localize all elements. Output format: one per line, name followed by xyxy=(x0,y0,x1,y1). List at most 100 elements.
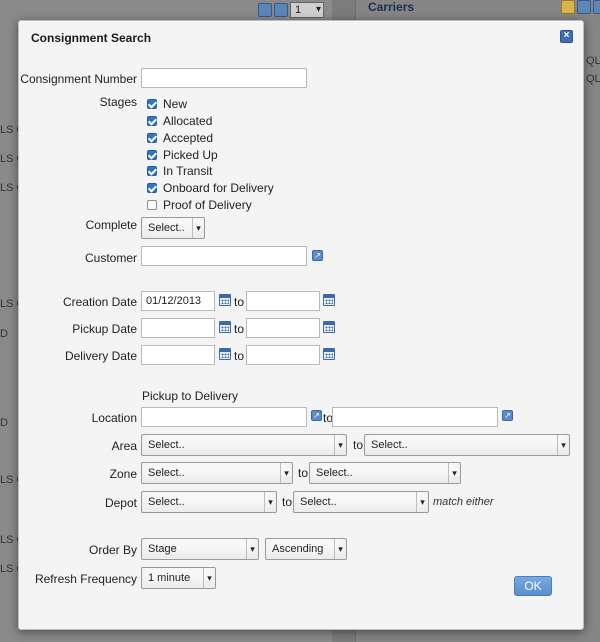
bg-carrier-icons xyxy=(561,0,600,14)
carriers-heading: Carriers xyxy=(368,0,415,14)
pickup-date-from-input[interactable] xyxy=(141,318,215,338)
stage-allocated-label: Allocated xyxy=(163,114,213,128)
zone-to-value: Select.. xyxy=(316,467,353,479)
edit-icon xyxy=(561,0,575,14)
order-by-field-select[interactable]: Stage ▾ xyxy=(141,538,259,560)
order-by-direction-select[interactable]: Ascending ▾ xyxy=(265,538,347,560)
refresh-frequency-value: 1 minute xyxy=(148,572,191,584)
refresh-icon xyxy=(258,3,272,17)
zone-from-select[interactable]: Select.. ▾ xyxy=(141,462,293,484)
lookup-icon[interactable]: ↗ xyxy=(311,410,322,421)
pickup-to-delivery-heading: Pickup to Delivery xyxy=(142,389,239,403)
refresh-icon xyxy=(577,0,591,14)
pickup-date-label: Pickup Date xyxy=(72,322,137,336)
close-icon[interactable]: × xyxy=(560,30,573,43)
refresh-frequency-select[interactable]: 1 minute ▾ xyxy=(141,567,216,589)
depot-from-select[interactable]: Select.. ▾ xyxy=(141,491,277,513)
chevron-down-icon: ▾ xyxy=(280,463,292,483)
bg-row-fragment: D xyxy=(0,328,8,340)
lookup-icon[interactable]: ↗ xyxy=(312,250,323,261)
area-to-select[interactable]: Select.. ▾ xyxy=(364,434,570,456)
depot-to-value: Select.. xyxy=(300,496,337,508)
depot-label: Depot xyxy=(104,496,137,510)
chevron-down-icon: ▾ xyxy=(416,492,428,512)
pickup-date-to-input[interactable] xyxy=(246,318,320,338)
chevron-down-icon: ▾ xyxy=(203,568,215,588)
depot-to-label: to xyxy=(282,495,293,509)
delivery-date-label: Delivery Date xyxy=(64,349,137,363)
creation-date-from-input[interactable] xyxy=(141,291,215,311)
complete-select[interactable]: Select.. ▾ xyxy=(141,217,205,239)
chevron-down-icon: ▾ xyxy=(334,539,346,559)
creation-date-label: Creation Date xyxy=(62,295,137,309)
chevron-down-icon: ▾ xyxy=(334,435,346,455)
zone-to-select[interactable]: Select.. ▾ xyxy=(309,462,461,484)
stage-new-label: New xyxy=(163,97,188,111)
order-by-label: Order By xyxy=(88,543,137,557)
complete-label: Complete xyxy=(85,218,137,232)
depot-from-value: Select.. xyxy=(148,496,185,508)
stage-proof-of-delivery-label: Proof of Delivery xyxy=(163,198,252,212)
depot-to-select[interactable]: Select.. ▾ xyxy=(293,491,429,513)
delivery-date-to-input[interactable] xyxy=(246,345,320,365)
stage-accepted-label: Accepted xyxy=(163,131,214,145)
calendar-icon[interactable] xyxy=(323,294,335,306)
area-from-select[interactable]: Select.. ▾ xyxy=(141,434,347,456)
location-to-input[interactable] xyxy=(332,407,498,427)
calendar-icon[interactable] xyxy=(219,294,231,306)
consignment-search-dialog: Consignment Search × Consignment Number … xyxy=(18,20,584,630)
calendar-icon[interactable] xyxy=(323,348,335,360)
stage-picked-up-checkbox[interactable] xyxy=(147,150,157,160)
bg-pager-controls: 1 xyxy=(258,2,324,18)
gear-icon xyxy=(274,3,288,17)
consignment-number-label: Consignment Number xyxy=(20,72,137,86)
stages-label: Stages xyxy=(99,95,137,109)
match-either-hint: match either xyxy=(433,496,494,508)
stage-allocated-checkbox[interactable] xyxy=(147,116,157,126)
ok-button[interactable]: OK xyxy=(514,576,552,596)
creation-date-to-label: to xyxy=(234,295,245,309)
stage-onboard-for-delivery-checkbox[interactable] xyxy=(147,183,157,193)
location-from-input[interactable] xyxy=(141,407,307,427)
creation-date-to-input[interactable] xyxy=(246,291,320,311)
calendar-icon[interactable] xyxy=(323,321,335,333)
stage-proof-of-delivery-checkbox[interactable] xyxy=(147,200,157,210)
stage-picked-up-label: Picked Up xyxy=(163,148,218,162)
stage-new-checkbox[interactable] xyxy=(147,99,157,109)
chevron-down-icon: ▾ xyxy=(246,539,258,559)
bg-page-select: 1 xyxy=(290,2,324,18)
stage-onboard-for-delivery-label: Onboard for Delivery xyxy=(163,181,274,195)
dialog-title: Consignment Search xyxy=(31,31,152,45)
calendar-icon[interactable] xyxy=(219,348,231,360)
chevron-down-icon: ▾ xyxy=(264,492,276,512)
consignment-number-input[interactable] xyxy=(141,68,307,88)
complete-select-value: Select.. xyxy=(148,222,185,234)
refresh-frequency-label: Refresh Frequency xyxy=(34,572,137,586)
area-from-value: Select.. xyxy=(148,439,185,451)
area-to-value: Select.. xyxy=(371,439,408,451)
order-by-field-value: Stage xyxy=(148,543,177,555)
pickup-date-to-label: to xyxy=(234,322,245,336)
zone-label: Zone xyxy=(109,467,137,481)
area-to-label: to xyxy=(353,438,364,452)
chevron-down-icon: ▾ xyxy=(557,435,569,455)
customer-input[interactable] xyxy=(141,246,307,266)
stage-in-transit-label: In Transit xyxy=(163,164,213,178)
order-by-direction-value: Ascending xyxy=(272,543,324,555)
delivery-date-to-label: to xyxy=(234,349,245,363)
bg-right-fragment: QL xyxy=(586,73,600,85)
chevron-down-icon: ▾ xyxy=(192,218,204,238)
bg-right-fragment: QL xyxy=(586,55,600,67)
zone-from-value: Select.. xyxy=(148,467,185,479)
stage-accepted-checkbox[interactable] xyxy=(147,133,157,143)
delivery-date-from-input[interactable] xyxy=(141,345,215,365)
lookup-icon[interactable]: ↗ xyxy=(502,410,513,421)
calendar-icon[interactable] xyxy=(219,321,231,333)
gear-icon xyxy=(593,0,600,14)
bg-row-fragment: D xyxy=(0,417,8,429)
stage-in-transit-checkbox[interactable] xyxy=(147,166,157,176)
area-label: Area xyxy=(111,439,137,453)
chevron-down-icon: ▾ xyxy=(448,463,460,483)
customer-label: Customer xyxy=(84,251,137,265)
zone-to-label: to xyxy=(298,466,309,480)
